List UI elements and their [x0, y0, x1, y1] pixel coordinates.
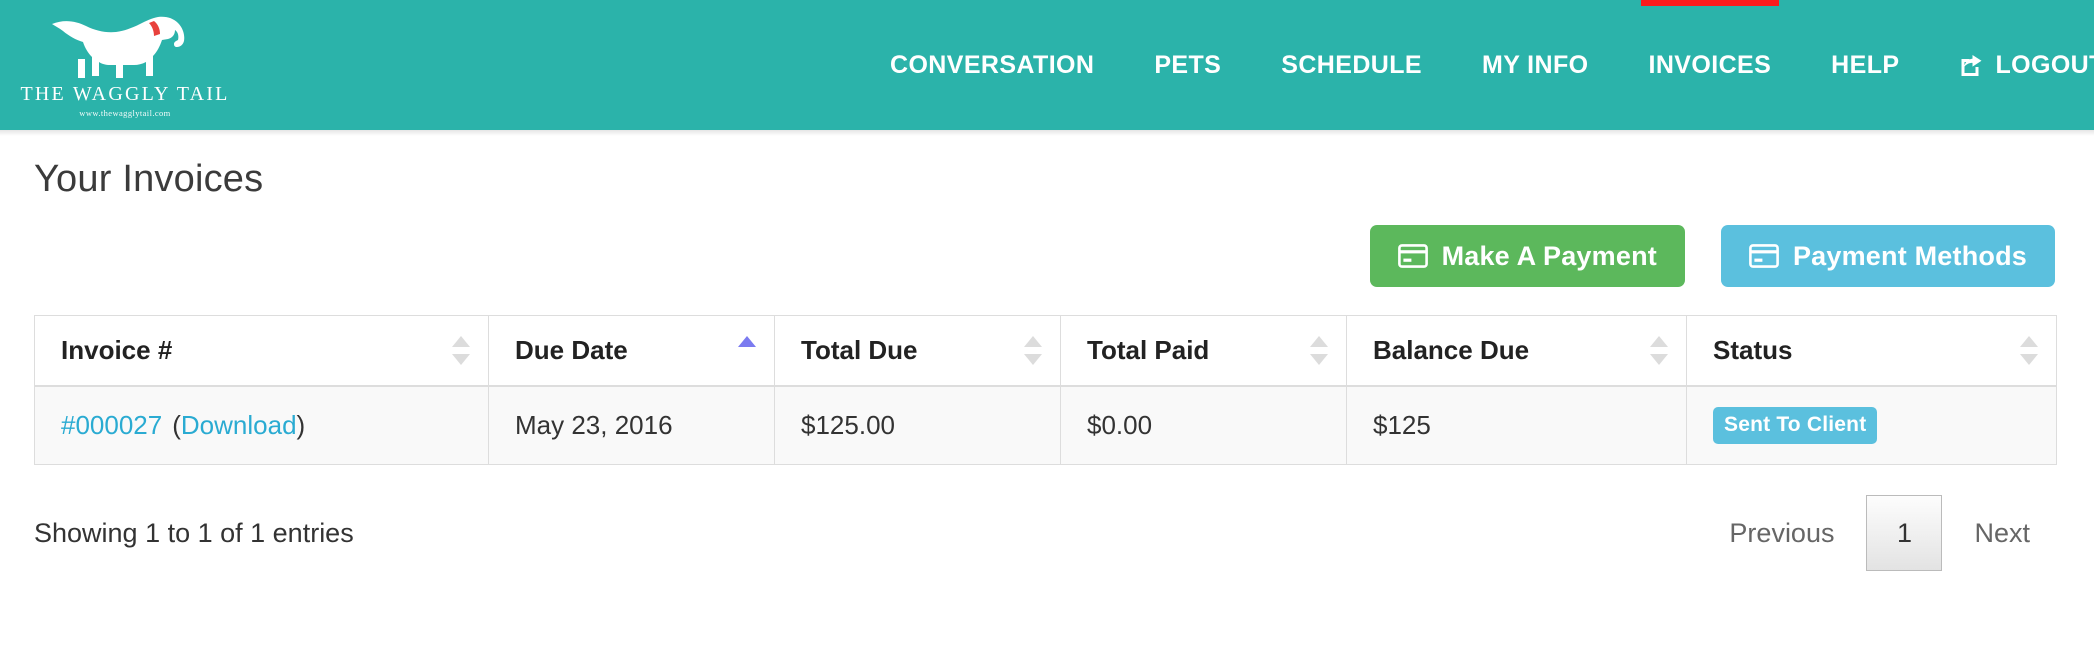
- invoices-table: Invoice # Due Date Total Due Total Paid: [34, 315, 2057, 465]
- column-label: Status: [1713, 335, 1793, 365]
- payment-methods-label: Payment Methods: [1792, 240, 2027, 271]
- download-link[interactable]: Download: [181, 410, 297, 440]
- make-a-payment-label: Make A Payment: [1441, 240, 1657, 271]
- brand-name: THE WAGGLY TAIL: [20, 83, 230, 105]
- credit-card-icon: [1749, 244, 1779, 268]
- pagination-next[interactable]: Next: [1948, 518, 2056, 549]
- site-header: THE WAGGLY TAIL www.thewagglytail.com CO…: [0, 0, 2094, 136]
- invoice-number-link[interactable]: #000027: [61, 410, 162, 440]
- nav-item-pets[interactable]: PETS: [1124, 0, 1251, 130]
- paren-open: (: [172, 410, 181, 440]
- column-header-total-due[interactable]: Total Due: [774, 315, 1061, 387]
- cell-balance-due: $125: [1346, 386, 1687, 465]
- nav-item-invoices[interactable]: INVOICES: [1619, 0, 1802, 130]
- invoices-table-wrapper: Invoice # Due Date Total Due Total Paid: [34, 315, 2060, 465]
- payment-methods-button[interactable]: Payment Methods: [1720, 225, 2055, 287]
- column-header-due-date[interactable]: Due Date: [488, 315, 775, 387]
- sort-indicator[interactable]: [1310, 333, 1328, 369]
- logout-icon: [1961, 55, 1982, 76]
- pagination-previous[interactable]: Previous: [1703, 518, 1860, 549]
- column-label: Total Paid: [1087, 335, 1210, 365]
- sort-indicator[interactable]: [2020, 333, 2038, 369]
- nav-label: LOGOUT: [1995, 50, 2094, 79]
- header-shadow: [0, 130, 2094, 136]
- column-header-total-paid[interactable]: Total Paid: [1060, 315, 1347, 387]
- credit-card-icon: [1397, 244, 1428, 268]
- page-body: Your Invoices Make A Payment Payment Met…: [0, 158, 2094, 571]
- brand-url: www.thewagglytail.com: [79, 108, 171, 118]
- nav-item-my-info[interactable]: MY INFO: [1452, 0, 1619, 130]
- paren-close: ): [296, 410, 306, 440]
- nav-label: MY INFO: [1481, 50, 1589, 79]
- nav-item-conversation[interactable]: CONVERSATION: [860, 0, 1124, 130]
- nav-item-help[interactable]: HELP: [1801, 0, 1929, 130]
- make-a-payment-button[interactable]: Make A Payment: [1369, 225, 1685, 287]
- column-header-invoice-number[interactable]: Invoice #: [34, 315, 489, 387]
- showing-entries-info: Showing 1 to 1 of 1 entries: [34, 517, 354, 548]
- nav-label: SCHEDULE: [1281, 50, 1422, 79]
- page-title: Your Invoices: [34, 158, 264, 200]
- nav-label: HELP: [1831, 50, 1900, 79]
- table-header-row: Invoice # Due Date Total Due Total Paid: [34, 315, 2057, 387]
- column-label: Total Due: [801, 335, 918, 365]
- pagination-page-1[interactable]: 1: [1866, 495, 1943, 571]
- nav-label: CONVERSATION: [890, 50, 1095, 79]
- column-header-balance-due[interactable]: Balance Due: [1346, 315, 1687, 387]
- column-label: Due Date: [515, 335, 628, 365]
- cell-status: Sent To Client: [1686, 386, 2057, 465]
- sort-indicator[interactable]: [1024, 333, 1042, 369]
- table-footer: Showing 1 to 1 of 1 entries Previous 1 N…: [34, 495, 2056, 571]
- cell-total-paid: $0.00: [1060, 386, 1347, 465]
- nav-item-logout[interactable]: LOGOUT: [1929, 0, 2094, 130]
- brand-logo[interactable]: THE WAGGLY TAIL www.thewagglytail.com: [21, 0, 227, 130]
- nav-label: INVOICES: [1648, 50, 1772, 79]
- cell-invoice-number: #000027 (Download): [34, 386, 489, 465]
- sort-indicator[interactable]: [452, 333, 470, 369]
- dog-icon: [52, 16, 185, 78]
- cell-due-date: May 23, 2016: [488, 386, 775, 465]
- sort-indicator-active[interactable]: [738, 333, 756, 369]
- column-label: Invoice #: [61, 335, 173, 365]
- pagination: Previous 1 Next: [1703, 495, 2056, 571]
- nav-label: PETS: [1154, 50, 1222, 79]
- column-label: Balance Due: [1373, 335, 1530, 365]
- cell-total-due: $125.00: [774, 386, 1061, 465]
- column-header-status[interactable]: Status: [1686, 315, 2057, 387]
- status-badge: Sent To Client: [1713, 407, 1878, 444]
- action-buttons-row: Make A Payment Payment Methods: [34, 225, 2060, 287]
- sort-indicator[interactable]: [1650, 333, 1668, 369]
- table-row: #000027 (Download) May 23, 2016 $125.00 $…: [34, 386, 2057, 465]
- nav-item-schedule[interactable]: SCHEDULE: [1251, 0, 1452, 130]
- main-navigation: CONVERSATION PETS SCHEDULE MY INFO INVOI…: [860, 0, 2094, 130]
